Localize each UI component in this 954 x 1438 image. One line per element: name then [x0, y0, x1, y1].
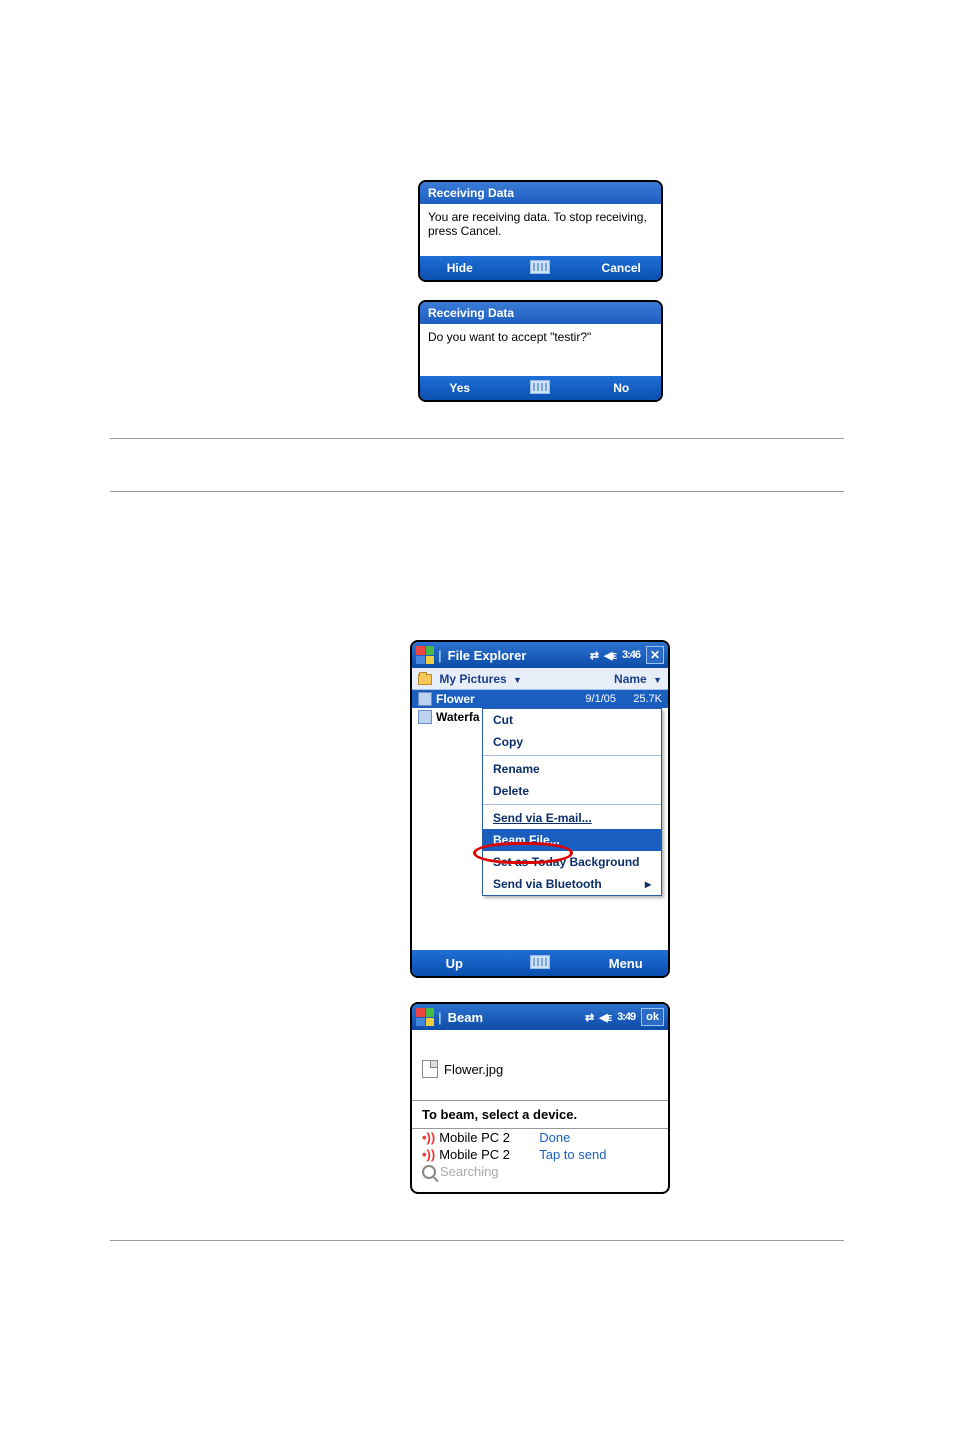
volume-icon: ◀ᴇ [604, 649, 616, 662]
location-bar: My Pictures ▼ Name ▼ [412, 668, 668, 690]
menu-button[interactable]: Menu [584, 956, 668, 971]
sort-dropdown[interactable]: Name ▼ [614, 672, 662, 686]
file-list: Flower 9/1/05 25.7K Waterfa Cut Copy Ren… [412, 690, 668, 950]
hide-button[interactable]: Hide [420, 261, 500, 275]
command-bar: Up Menu [412, 950, 668, 976]
beam-prompt: To beam, select a device. [412, 1101, 668, 1128]
volume-icon: ◀ᴇ [599, 1011, 611, 1024]
infrared-icon: •)) [422, 1147, 435, 1162]
no-button[interactable]: No [581, 381, 661, 395]
menu-beam-file[interactable]: Beam File... [483, 829, 661, 851]
beam-window: | Beam ⇄ ◀ᴇ 3:49 ok Flower.jpg To beam, … [410, 1002, 670, 1194]
start-icon[interactable] [416, 1008, 434, 1026]
menu-separator [483, 804, 661, 805]
device-list: •)) Mobile PC 2 Done •)) Mobile PC 2 Tap… [412, 1129, 668, 1192]
receiving-data-dialog-1: Receiving Data You are receiving data. T… [418, 180, 663, 282]
folder-icon [418, 674, 432, 685]
device-name: Mobile PC 2 [439, 1147, 539, 1162]
clock: 3:49 [617, 1011, 635, 1023]
device-status: Tap to send [539, 1147, 606, 1162]
cancel-button[interactable]: Cancel [581, 261, 661, 275]
menu-send-bluetooth[interactable]: Send via Bluetooth▸ [483, 873, 661, 895]
connectivity-icon: ⇄ [590, 649, 598, 662]
submenu-arrow-icon: ▸ [645, 877, 651, 891]
chevron-down-icon: ▼ [513, 675, 522, 685]
section-rule [110, 491, 844, 492]
clock: 3:46 [622, 649, 640, 661]
device-row: Searching [422, 1163, 658, 1180]
window-title: Beam [448, 1010, 581, 1025]
keyboard-icon[interactable] [500, 380, 582, 397]
menu-delete[interactable]: Delete [483, 780, 661, 802]
dialog-title: Receiving Data [420, 302, 661, 324]
connectivity-icon: ⇄ [585, 1011, 593, 1024]
file-explorer-window: | File Explorer ⇄ ◀ᴇ 3:46 ✕ My Pictures … [410, 640, 670, 978]
menu-set-today-background[interactable]: Set as Today Background [483, 851, 661, 873]
beam-filename: Flower.jpg [444, 1062, 503, 1077]
device-status: Done [539, 1130, 570, 1145]
menu-cut[interactable]: Cut [483, 709, 661, 731]
menu-separator [483, 755, 661, 756]
section-rule [110, 438, 844, 439]
keyboard-icon[interactable] [496, 955, 583, 972]
file-name: Flower [436, 692, 506, 706]
file-icon [422, 1060, 438, 1078]
beam-file-row: Flower.jpg [412, 1030, 668, 1100]
section-rule [110, 1240, 844, 1241]
device-row[interactable]: •)) Mobile PC 2 Done [422, 1129, 658, 1146]
yes-button[interactable]: Yes [420, 381, 500, 395]
device-row[interactable]: •)) Mobile PC 2 Tap to send [422, 1146, 658, 1163]
location-dropdown[interactable]: My Pictures ▼ [418, 672, 522, 686]
file-size: 25.7K [622, 693, 662, 705]
receiving-data-dialog-2: Receiving Data Do you want to accept "te… [418, 300, 663, 402]
window-title: File Explorer [448, 648, 586, 663]
file-date: 9/1/05 [506, 693, 622, 705]
context-menu: Cut Copy Rename Delete Send via E-mail..… [482, 708, 662, 896]
ok-button[interactable]: ok [641, 1008, 664, 1026]
image-file-icon [418, 692, 432, 706]
menu-rename[interactable]: Rename [483, 758, 661, 780]
up-button[interactable]: Up [412, 956, 496, 971]
image-file-icon [418, 710, 432, 724]
title-bar: | Beam ⇄ ◀ᴇ 3:49 ok [412, 1004, 668, 1030]
close-icon[interactable]: ✕ [646, 646, 664, 664]
searching-label: Searching [440, 1164, 499, 1179]
file-row[interactable]: Flower 9/1/05 25.7K [412, 690, 668, 708]
device-name: Mobile PC 2 [439, 1130, 539, 1145]
menu-send-email[interactable]: Send via E-mail... [483, 807, 661, 829]
title-bar: | File Explorer ⇄ ◀ᴇ 3:46 ✕ [412, 642, 668, 668]
chevron-down-icon: ▼ [653, 675, 662, 685]
menu-copy[interactable]: Copy [483, 731, 661, 753]
keyboard-icon[interactable] [500, 260, 582, 277]
start-icon[interactable] [416, 646, 434, 664]
dialog-body: Do you want to accept "testir?" [420, 324, 661, 376]
search-icon [422, 1165, 436, 1179]
infrared-icon: •)) [422, 1130, 435, 1145]
dialog-title: Receiving Data [420, 182, 661, 204]
dialog-body: You are receiving data. To stop receivin… [420, 204, 661, 256]
